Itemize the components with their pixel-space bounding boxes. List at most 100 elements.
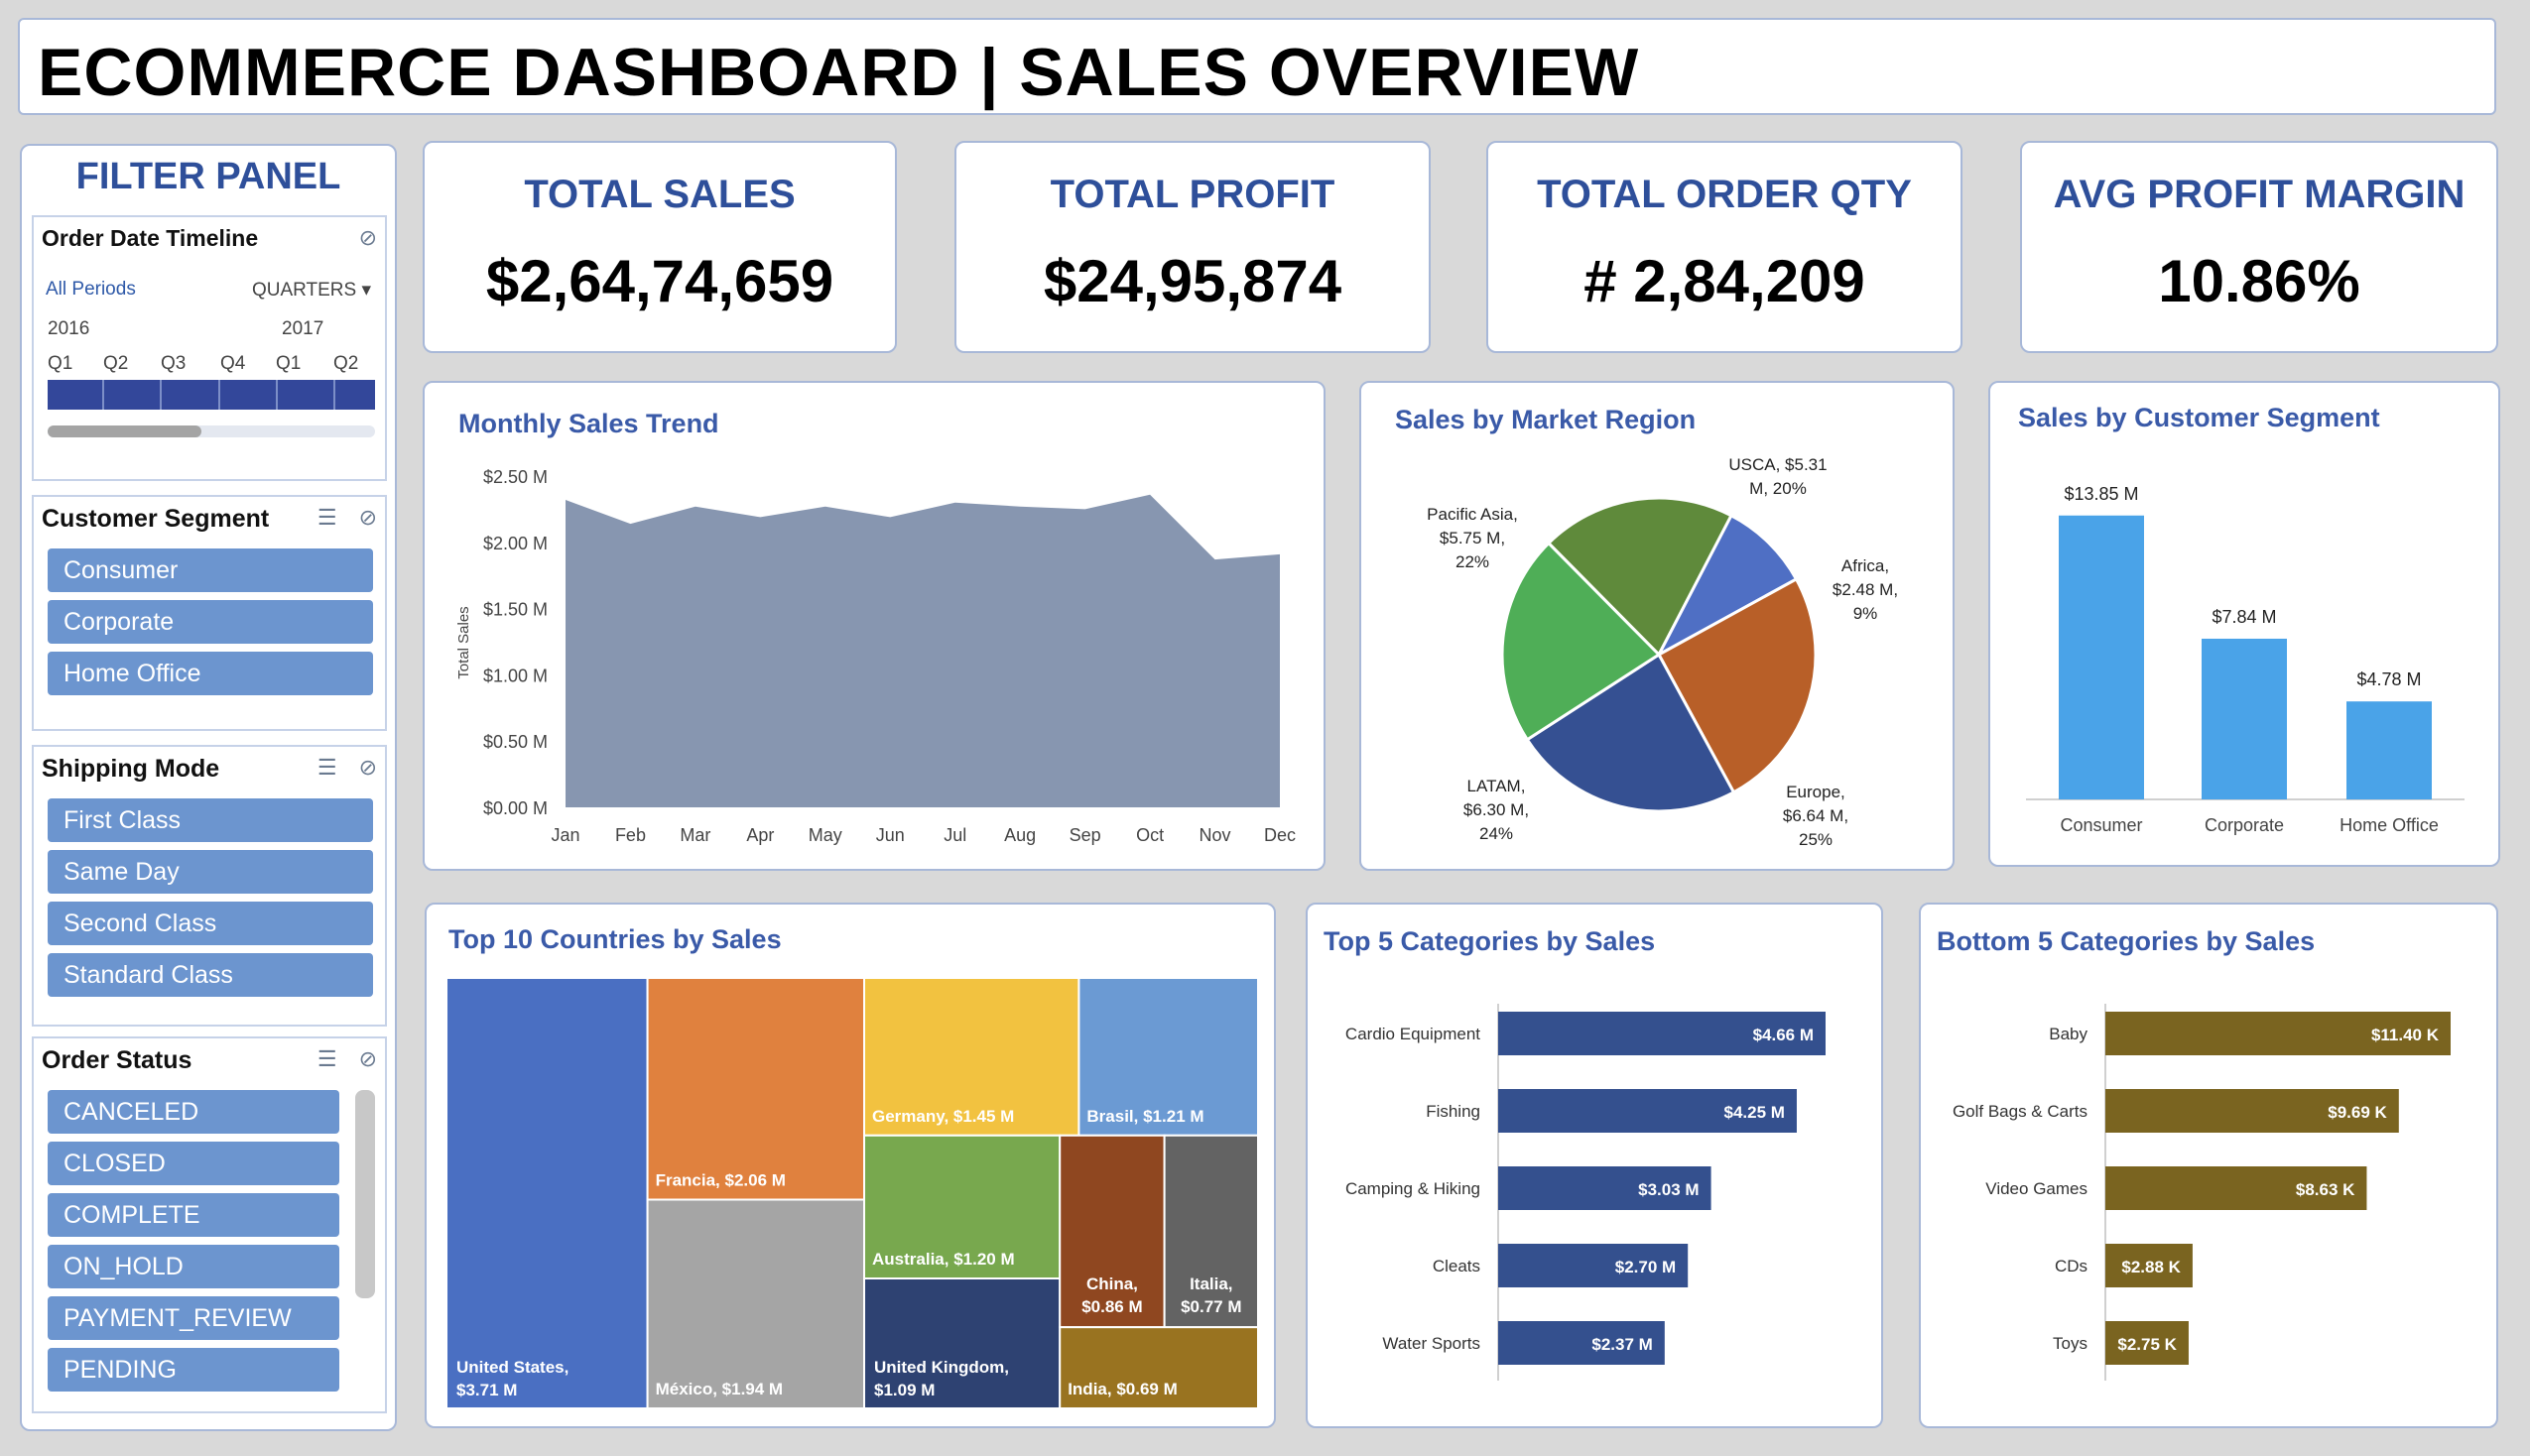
order-date-timeline[interactable]: Order Date Timeline ⊘ All Periods QUARTE… [32, 215, 387, 481]
slicer-icons: ☰ ⊘ [296, 1046, 377, 1072]
timeline-quarter[interactable]: Q4 [220, 353, 245, 375]
x-tick-label: Nov [1200, 825, 1231, 845]
slicer-item-home-office[interactable]: Home Office [48, 652, 373, 695]
multi-select-icon[interactable]: ☰ [317, 755, 337, 780]
slicer-item-first-class[interactable]: First Class [48, 798, 373, 842]
x-tick-label: Mar [680, 825, 710, 845]
slicer-icons: ☰ ⊘ [296, 505, 377, 531]
y-tick-label: $0.50 M [483, 732, 548, 752]
y-tick-label: Golf Bags & Carts [1953, 1102, 2087, 1121]
bar-data-label: $2.70 M [1615, 1258, 1676, 1276]
slicer-item-standard-class[interactable]: Standard Class [48, 953, 373, 997]
kpi-total-sales: TOTAL SALES $2,64,74,659 [423, 141, 897, 353]
customer-segment-card: Sales by Customer Segment $13.85 M Consum… [1988, 381, 2500, 867]
bar-data-label: $4.66 M [1753, 1026, 1814, 1044]
customer-segment-slicer: Customer Segment ☰ ⊘ Consumer Corporate H… [32, 495, 387, 731]
page-title: ECOMMERCE DASHBOARD | SALES OVERVIEW [38, 35, 1640, 110]
y-tick-label: $1.50 M [483, 600, 548, 620]
pie-data-label: USCA, $5.31 M, 20% [1728, 455, 1827, 498]
bottom-categories-bar-chart: $11.40 K Baby $9.69 K Golf Bags & Carts $8.6… [1953, 1004, 2451, 1381]
timeline-scrollbar[interactable] [48, 425, 375, 437]
kpi-total-order-qty: TOTAL ORDER QTY # 2,84,209 [1486, 141, 1962, 353]
chevron-down-icon: ▾ [361, 280, 371, 301]
y-axis-label: Total Sales [455, 606, 472, 678]
market-region-card: Sales by Market Region USCA, $5.31 M, 20%… [1359, 381, 1955, 871]
y-tick-label: $2.00 M [483, 534, 548, 553]
clear-filter-icon[interactable]: ⊘ [359, 755, 377, 780]
kpi-avg-profit-margin: AVG PROFIT MARGIN 10.86% [2020, 141, 2498, 353]
x-tick-label: Jul [944, 825, 966, 845]
x-tick-label: Jan [551, 825, 579, 845]
x-tick-label: Oct [1136, 825, 1164, 845]
timeline-quarter[interactable]: Q1 [276, 353, 301, 375]
all-periods-link[interactable]: All Periods [46, 279, 136, 301]
slicer-item-corporate[interactable]: Corporate [48, 600, 373, 644]
y-tick-label: $1.00 M [483, 666, 548, 685]
timeline-icons: ⊘ [337, 225, 377, 251]
x-tick-label: Feb [615, 825, 646, 845]
slicer-item-payment-review[interactable]: PAYMENT_REVIEW [48, 1296, 339, 1340]
bar-data-label: $2.75 K [2117, 1335, 2177, 1354]
treemap-label: México, $1.94 M [656, 1380, 784, 1398]
clear-filter-icon[interactable]: ⊘ [359, 225, 377, 250]
filter-panel: FILTER PANEL Order Date Timeline ⊘ All P… [20, 144, 397, 1431]
slicer-item-same-day[interactable]: Same Day [48, 850, 373, 894]
x-tick-label: Consumer [2060, 815, 2142, 835]
y-tick-label: Fishing [1426, 1102, 1480, 1121]
market-region-pie-chart: USCA, $5.31 M, 20% Africa, $2.48 M, 9% Europe… [1427, 455, 1898, 849]
bar-data-label: $9.69 K [2328, 1103, 2387, 1122]
clear-filter-icon[interactable]: ⊘ [359, 505, 377, 530]
x-tick-label: Apr [746, 825, 774, 845]
slicer-icons: ☰ ⊘ [296, 755, 377, 781]
x-tick-label: Dec [1264, 825, 1296, 845]
slicer-item-pending[interactable]: PENDING [48, 1348, 339, 1392]
slicer-item-closed[interactable]: CLOSED [48, 1142, 339, 1185]
bar-data-label: $4.78 M [2356, 669, 2421, 689]
order-status-slicer: Order Status ☰ ⊘ CANCELED CLOSED COMPLETE… [32, 1036, 387, 1413]
bar-data-label: $13.85 M [2064, 484, 2138, 504]
y-tick-label: Water Sports [1382, 1334, 1480, 1353]
slicer-item-canceled[interactable]: CANCELED [48, 1090, 339, 1134]
bar-data-label: $4.25 M [1724, 1103, 1785, 1122]
sales-area-series [566, 494, 1280, 807]
slicer-item-consumer[interactable]: Consumer [48, 548, 373, 592]
pie-data-label: Europe, $6.64 M, 25% [1783, 783, 1848, 849]
multi-select-icon[interactable]: ☰ [317, 1046, 337, 1071]
y-tick-label: Camping & Hiking [1345, 1179, 1480, 1198]
bar-data-label: $7.84 M [2212, 607, 2276, 627]
slicer-item-complete[interactable]: COMPLETE [48, 1193, 339, 1237]
timeline-year: 2017 [282, 318, 324, 339]
y-tick-label: CDs [2055, 1257, 2087, 1275]
slicer-item-second-class[interactable]: Second Class [48, 902, 373, 945]
treemap-label: India, $0.69 M [1068, 1380, 1178, 1398]
monthly-sales-trend-card: Monthly Sales Trend $0.00 M $0.50 M $1.00 … [423, 381, 1326, 871]
y-tick-label: $2.50 M [483, 467, 548, 487]
bar [2346, 701, 2432, 799]
kpi-label: TOTAL SALES [524, 173, 796, 216]
clear-filter-icon[interactable]: ⊘ [359, 1046, 377, 1071]
treemap-label: Francia, $2.06 M [656, 1171, 786, 1190]
timeline-selection-bar[interactable] [48, 380, 375, 410]
timeline-quarter[interactable]: Q1 [48, 353, 72, 375]
timeline-quarter[interactable]: Q2 [103, 353, 128, 375]
timeline-title: Order Date Timeline [42, 225, 259, 251]
top-countries-treemap: United States, $3.71 MFrancia, $2.06 MMéx… [445, 977, 1260, 1410]
kpi-value: $24,95,874 [1043, 248, 1342, 314]
slicer-scrollbar[interactable] [355, 1090, 375, 1298]
filter-panel-title: FILTER PANEL [75, 156, 341, 197]
bar [2202, 638, 2287, 799]
bar-data-label: $2.37 M [1591, 1335, 1652, 1354]
timeline-quarter[interactable]: Q3 [161, 353, 186, 375]
multi-select-icon[interactable]: ☰ [317, 505, 337, 530]
y-tick-label: Video Games [1985, 1179, 2087, 1198]
treemap-tile [646, 977, 866, 1201]
x-tick-label: Jun [876, 825, 905, 845]
slicer-item-on-hold[interactable]: ON_HOLD [48, 1245, 339, 1288]
kpi-label: TOTAL ORDER QTY [1537, 173, 1912, 216]
treemap-tile [646, 1198, 866, 1410]
pie-data-label: Pacific Asia, $5.75 M, 22% [1427, 505, 1518, 571]
timeline-quarter[interactable]: Q2 [333, 353, 358, 375]
kpi-label: AVG PROFIT MARGIN [2053, 173, 2466, 216]
timeline-granularity-dropdown[interactable]: QUARTERS ▾ [252, 279, 371, 302]
kpi-label: TOTAL PROFIT [1050, 173, 1335, 216]
